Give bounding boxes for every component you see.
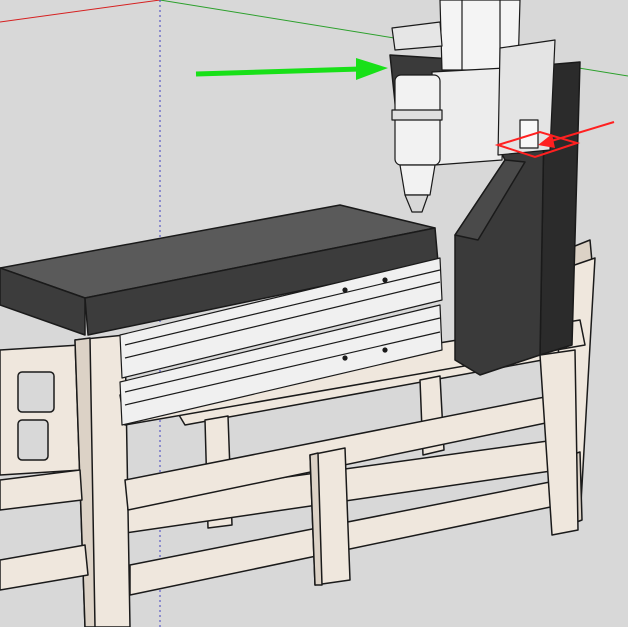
red-axis-line bbox=[0, 0, 161, 23]
cad-viewport[interactable] bbox=[0, 0, 628, 627]
cnc-machine-model bbox=[0, 0, 628, 627]
left-cutout-bottom bbox=[17, 419, 49, 461]
green-arrow bbox=[195, 58, 388, 80]
left-cutout-top bbox=[17, 371, 55, 413]
